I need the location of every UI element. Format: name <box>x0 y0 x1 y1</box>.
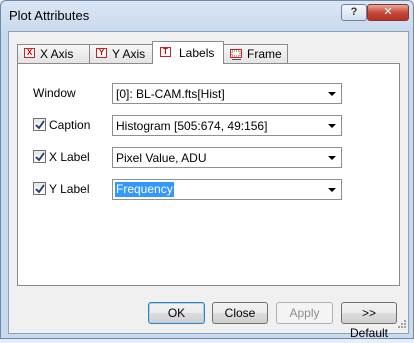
close-window-button[interactable]: ✕ <box>367 4 409 21</box>
caption-combo-value: Histogram [505:674, 49:156] <box>116 119 268 133</box>
window-label: Window <box>33 86 76 100</box>
tab-y-axis[interactable]: Y Y Axis <box>89 44 153 63</box>
help-button[interactable]: ? <box>341 4 367 21</box>
ylabel-combo-value[interactable]: Frequency <box>115 182 174 197</box>
dialog-body: X X Axis Y Y Axis T Labels Frame Window … <box>8 31 409 340</box>
tab-frame[interactable]: Frame <box>223 44 288 63</box>
caption-label: Caption <box>49 118 91 132</box>
caption-checkbox[interactable] <box>33 118 46 131</box>
y-axis-icon: Y <box>96 48 107 58</box>
title-bar[interactable]: Plot Attributes ? ✕ <box>1 1 413 31</box>
tab-label: Y Axis <box>112 47 146 61</box>
xlabel-combo[interactable]: Pixel Value, ADU <box>112 147 342 168</box>
plot-attributes-dialog: Plot Attributes ? ✕ X X Axis Y Y Axis T … <box>0 0 414 340</box>
ok-button[interactable]: OK <box>148 302 205 324</box>
labels-panel: Window [0]: BL-CAM.fts[Hist] Caption His… <box>17 63 400 286</box>
window-select[interactable]: [0]: BL-CAM.fts[Hist] <box>112 83 342 104</box>
chevron-down-icon[interactable] <box>328 124 336 128</box>
tab-label: X Axis <box>40 47 74 61</box>
close-button[interactable]: Close <box>212 302 268 324</box>
ylabel-label: Y Label <box>49 182 90 196</box>
caption-combo[interactable]: Histogram [505:674, 49:156] <box>112 115 342 136</box>
chevron-down-icon[interactable] <box>328 188 336 192</box>
tab-label: Labels <box>179 46 215 60</box>
chevron-down-icon[interactable] <box>328 92 336 96</box>
ylabel-checkbox[interactable] <box>33 182 46 195</box>
tab-x-axis[interactable]: X X Axis <box>17 44 90 63</box>
resize-grip-icon[interactable] <box>396 317 406 331</box>
window-title: Plot Attributes <box>9 8 90 23</box>
tab-label: Frame <box>247 47 282 61</box>
xlabel-combo-value: Pixel Value, ADU <box>116 151 207 165</box>
apply-button[interactable]: Apply <box>276 302 333 324</box>
xlabel-label: X Label <box>49 150 90 164</box>
xlabel-checkbox[interactable] <box>33 150 46 163</box>
text-icon: T <box>160 47 171 57</box>
chevron-down-icon[interactable] <box>328 156 336 160</box>
window-select-value: [0]: BL-CAM.fts[Hist] <box>116 87 225 101</box>
x-axis-icon: X <box>24 48 35 58</box>
default-button[interactable]: >> Default <box>341 302 397 340</box>
ylabel-combo[interactable]: Frequency <box>112 179 342 200</box>
tab-labels[interactable]: T Labels <box>152 41 224 64</box>
frame-icon <box>230 49 243 63</box>
